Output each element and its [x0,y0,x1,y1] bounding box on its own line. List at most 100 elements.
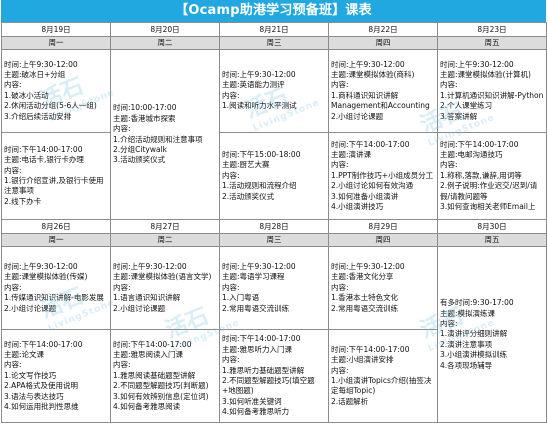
weekday-cell: 周二 [110,233,220,248]
session-line: 1.小组演讲Topics介绍(抽签决定每组Topic) [331,376,432,396]
session-line: 2.常用粤语交流训练 [331,303,399,313]
weekday-cell: 周一 [1,233,111,248]
weekday-cell: 周五 [437,36,547,50]
session-line: 主题:雅思阅读入门课 [113,349,184,359]
session-line: 主题:香港城市探索 [113,113,176,123]
session-line: 时间:上午9:30-12:00 [222,262,296,272]
session-line: 内容: [331,365,349,375]
session-cell: 时间:下午14:00-17:00 主题:论文课 内容: 1.论文写作技巧 2.A… [1,329,111,423]
session-line: 时间:上午9:30-12:00 [113,262,187,272]
session-line: 1.传媒通识知识讲解-电影发展 [4,293,104,303]
date-cell: 8月23日 [437,22,547,37]
session-cell: 时间:上午9:30-12:00 主题:粤语学习课程 内容: 1.入门粤语 2.常… [219,246,329,331]
date-cell: 8月22日 [328,22,438,37]
session-line: 内容: [440,318,458,328]
session-line: 内容: [4,282,22,292]
session-line: 内容: [440,160,458,170]
session-line: 1.商科通识知识讲解Management和Accounting [331,90,430,111]
week1-afternoon-row: 时间:下午14:00-17:00 主题:电话卡,银行卡办理 内容: 1.银行介绍… [1,131,547,221]
session-line: 内容: [4,360,22,370]
session-line: 2.常用粤语交流训练 [222,303,290,313]
session-cell: 时间:下午14:00-17:00 主题:雅思听力入门课 内容: 1.雅思听力基础… [219,329,329,423]
session-cell: 时间:上午9:30-12:00 主题:课堂模拟体验(计算机) 内容: 1.计算机… [437,48,547,133]
date-cell: 8月26日 [1,219,111,235]
session-cell: 时间:上午9:30-12:00 主题:课堂模拟体验(语言文学) 内容: 1.语言… [110,246,220,331]
session-line: 时间:下午14:00-17:00 [4,339,83,349]
session-cell: 时间:下午15:00-18:00 主题:厨艺大赛 内容: 1.活动规则和流程介绍… [219,131,329,221]
session-cell: 时间:上午9:30-12:00 主题:破冰日+分组 内容: 1.破冰小活动 2.… [1,48,111,133]
session-line: 2.休闲活动分组(5-6人一组) [4,101,97,111]
session-line: 内容: [4,165,22,175]
session-line: 2.APA格式及使用说明 [4,381,78,391]
session-line: 2.个人课堂练习 [440,101,493,111]
session-line: 时间:上午9:30-12:00 [4,262,78,272]
session-line: 2.分组Citywalk [113,144,168,154]
session-line: 1.介绍活动规则和注意事项 [113,134,203,144]
weekday-cell: 周四 [328,36,438,50]
week1-date-row: 8月19日 8月20日 8月21日 8月22日 8月23日 [1,22,547,37]
session-line: 主题:厨艺大赛 [222,160,270,170]
session-line: 主题:课堂模拟体验(计算机) [440,70,531,80]
session-line: 1.银行介绍宣讲,及银行卡使用注意事项 [4,176,104,196]
session-line: 4.小组演讲技巧 [331,202,384,212]
session-line: 1.语言通识知识讲解 [113,293,181,303]
session-line: 内容: [440,80,458,90]
week2-date-row: 8月26日 8月27日 8月28日 8月29日 8月30日 [1,219,547,235]
session-line: 2.小组讨论课题 [4,303,57,313]
session-line: 1.论文写作技巧 [4,370,57,380]
session-line: 1.雅思阅读基础题型讲解 [113,370,196,380]
session-line: 有多时间:9:30-17:00 [440,298,514,308]
session-line: 主题:课堂模拟体验(商科) [331,70,415,80]
weekday-cell: 周四 [328,233,438,248]
session-line: 时间:上午9:30-12:00 [4,59,78,69]
weekday-cell: 周三 [219,233,329,248]
weekday-cell: 周二 [110,36,220,50]
session-line: 1.破冰小活动 [4,90,49,100]
session-line: 3.答案讲解 [440,111,478,121]
session-line: 3.如何有效辨别信息(定位词) [113,391,209,401]
session-line: 主题:小组演讲安排 [331,355,394,365]
date-cell: 8月28日 [219,219,329,235]
date-cell: 8月20日 [110,22,220,37]
session-cell: 时间:上午9:30-12:00 主题:香港文化分享 内容: 1.香港本土特色文化… [328,246,438,331]
week1-morning-row: 时间:上午9:30-12:00 主题:破冰日+分组 内容: 1.破冰小活动 2.… [1,48,547,221]
session-line: 主题:电话卡,银行卡办理 [4,155,84,165]
session-line: 时间:上午9:30-12:00 [331,262,405,272]
session-line: 3.介绍后续活动安排 [4,111,72,121]
session-cell: 有多时间:9:30-17:00 主题:模拟演练课 内容: 1.演讲评分细则讲解 … [437,246,547,423]
session-line: 2.演讲注意事项 [440,339,493,349]
session-line: 主题:演讲课 [331,149,372,159]
session-line: 4.如何运用批判性思维 [4,402,79,412]
session-line: 2.小组讨论课题 [113,303,166,313]
date-cell: 8月29日 [328,219,438,235]
session-cell: 时间:上午9:30-12:00 主题:课堂模拟体验(传媒) 内容: 1.传媒通识… [1,246,111,331]
session-line: 3.如何听准关键词 [222,396,282,406]
session-line: 3.语法与表达技巧 [4,391,64,401]
session-line: 主题:雅思听力入门课 [222,344,293,354]
session-line: 时间:上午9:30-12:00 [440,59,514,69]
session-line: 内容: [222,282,240,292]
session-line: 主题:电邮沟通技巧 [440,149,503,159]
session-line: 2.不同题型解题技巧(判断题) [113,381,209,391]
session-cell: 时间:上午9:30-12:00 主题:课堂模拟体验(商科) 内容: 1.商科通识… [328,48,438,133]
session-line: 时间:下午14:00-17:00 [222,334,301,344]
week1-weekday-row: 周一 周二 周三 周四 周五 [1,36,547,50]
session-cell: 时间:下午14:00-17:00 主题:电邮沟通技巧 内容: 1.称称,落款,谦… [437,131,547,221]
date-cell: 8月27日 [110,219,220,235]
session-line: 4.各项现场辅导 [440,360,493,370]
session-line: 内容: [222,90,240,100]
session-line: 3.如何准备小组演讲 [331,191,399,201]
session-line: 1.雅思听力基础题型讲解 [222,365,305,375]
session-line: 3.小组演讲模拟训练 [440,350,508,360]
session-line: 主题:英语能力测评 [222,80,285,90]
session-line: 内容: [331,80,349,90]
date-cell: 8月21日 [219,22,329,37]
weekday-cell: 周一 [1,36,111,50]
schedule-sheet: 【Ocamp助港学习预备班】课表 8月19日 8月20日 8月21日 8月22日… [0,0,548,424]
session-cell: 时间:上午9:30-12:00 主题:英语能力测评 内容: 1.阅读和听力水平测… [219,48,329,133]
page-title: 【Ocamp助港学习预备班】课表 [1,0,546,22]
date-cell: 8月19日 [1,22,111,37]
session-line: 时间:下午15:00-18:00 [222,149,301,159]
session-line: 内容: [113,282,131,292]
session-line: 2.小组讨论如何有效沟通 [331,181,414,191]
